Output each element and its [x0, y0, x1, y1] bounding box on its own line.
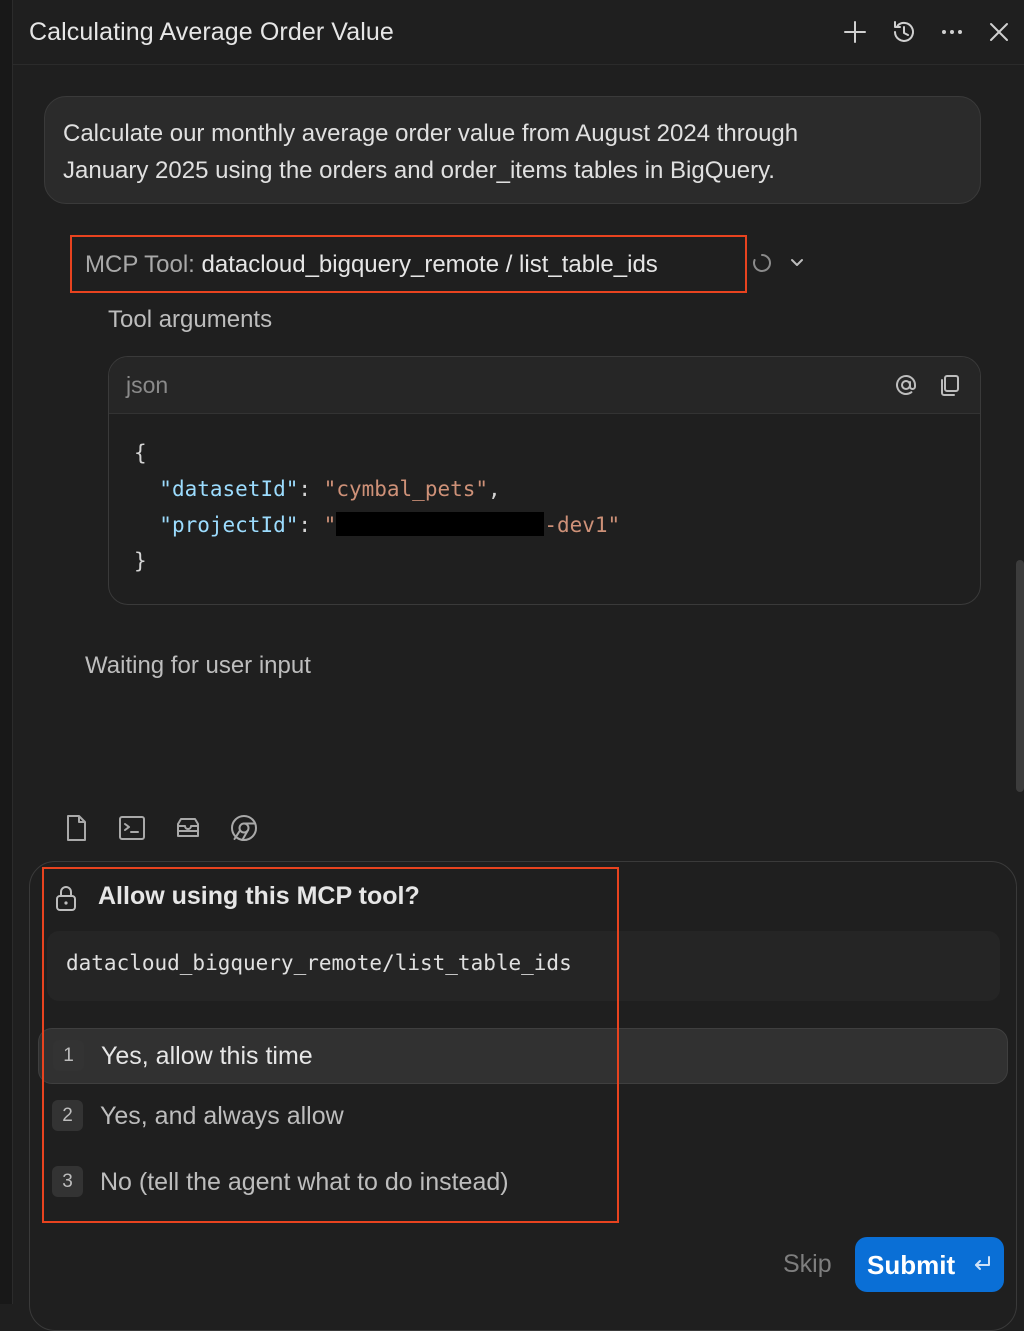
- history-icon[interactable]: [890, 18, 918, 46]
- file-icon[interactable]: [60, 812, 92, 844]
- code-key-projectId: "projectId": [159, 513, 299, 537]
- copy-icon[interactable]: [937, 372, 963, 398]
- submit-button[interactable]: Submit: [855, 1237, 1004, 1292]
- close-icon[interactable]: [985, 18, 1013, 46]
- code-content: { "datasetId": "cymbal_pets", "projectId…: [134, 441, 621, 573]
- option-label: Yes, and always allow: [100, 1102, 344, 1130]
- code-value-datasetId: "cymbal_pets": [323, 477, 489, 501]
- code-block-header: json: [109, 357, 980, 414]
- option-number: 2: [52, 1100, 83, 1131]
- status-text: Waiting for user input: [85, 652, 311, 679]
- submit-label: Submit: [867, 1250, 956, 1280]
- spinner-icon: [753, 254, 771, 272]
- option-always-allow[interactable]: 2 Yes, and always allow: [38, 1089, 1008, 1145]
- skip-button[interactable]: Skip: [783, 1250, 832, 1279]
- option-number: 1: [53, 1040, 84, 1071]
- chrome-icon[interactable]: [228, 812, 260, 844]
- option-label: No (tell the agent what to do instead): [100, 1168, 509, 1196]
- lock-icon: [56, 886, 76, 911]
- scrollbar[interactable]: [1016, 560, 1024, 792]
- permission-question: Allow using this MCP tool?: [98, 882, 420, 910]
- code-language-label: json: [126, 372, 169, 398]
- code-value-projectId-start: ": [323, 513, 337, 537]
- option-deny[interactable]: 3 No (tell the agent what to do instead): [38, 1155, 1008, 1211]
- option-allow-once[interactable]: 1 Yes, allow this time: [38, 1028, 1008, 1084]
- more-icon[interactable]: [938, 18, 966, 46]
- redaction-bar: [336, 512, 545, 536]
- option-label: Yes, allow this time: [101, 1042, 313, 1070]
- code-value-projectId-end: -dev1": [544, 513, 621, 537]
- user-message-bubble: Calculate our monthly average order valu…: [44, 96, 981, 204]
- left-edge: [0, 0, 13, 1304]
- plus-icon[interactable]: [841, 18, 869, 46]
- at-icon[interactable]: [893, 372, 919, 398]
- user-message-line-2: January 2025 using the orders and order_…: [63, 157, 775, 184]
- mcp-tool-header[interactable]: MCP Tool: datacloud_bigquery_remote / li…: [70, 235, 747, 293]
- inbox-icon[interactable]: [172, 812, 204, 844]
- terminal-icon[interactable]: [116, 812, 148, 844]
- enter-icon: [975, 1256, 990, 1270]
- page-title: Calculating Average Order Value: [29, 18, 394, 46]
- code-close-brace: }: [134, 549, 147, 573]
- mcp-tool-name: datacloud_bigquery_remote / list_table_i…: [201, 251, 658, 278]
- user-message-line-1: Calculate our monthly average order valu…: [63, 120, 799, 147]
- chevron-down-icon[interactable]: [786, 252, 808, 274]
- code-key-datasetId: "datasetId": [159, 477, 299, 501]
- permission-tool-name: datacloud_bigquery_remote/list_table_ids: [47, 931, 1000, 1001]
- option-number: 3: [52, 1166, 83, 1197]
- code-open-brace: {: [134, 441, 147, 465]
- tool-arguments-label: Tool arguments: [108, 306, 273, 333]
- code-block: json { "datasetId": "cymbal_pets", "proj…: [108, 356, 981, 605]
- mcp-tool-prefix: MCP Tool:: [85, 251, 195, 278]
- panel-header: Calculating Average Order Value: [13, 0, 1024, 65]
